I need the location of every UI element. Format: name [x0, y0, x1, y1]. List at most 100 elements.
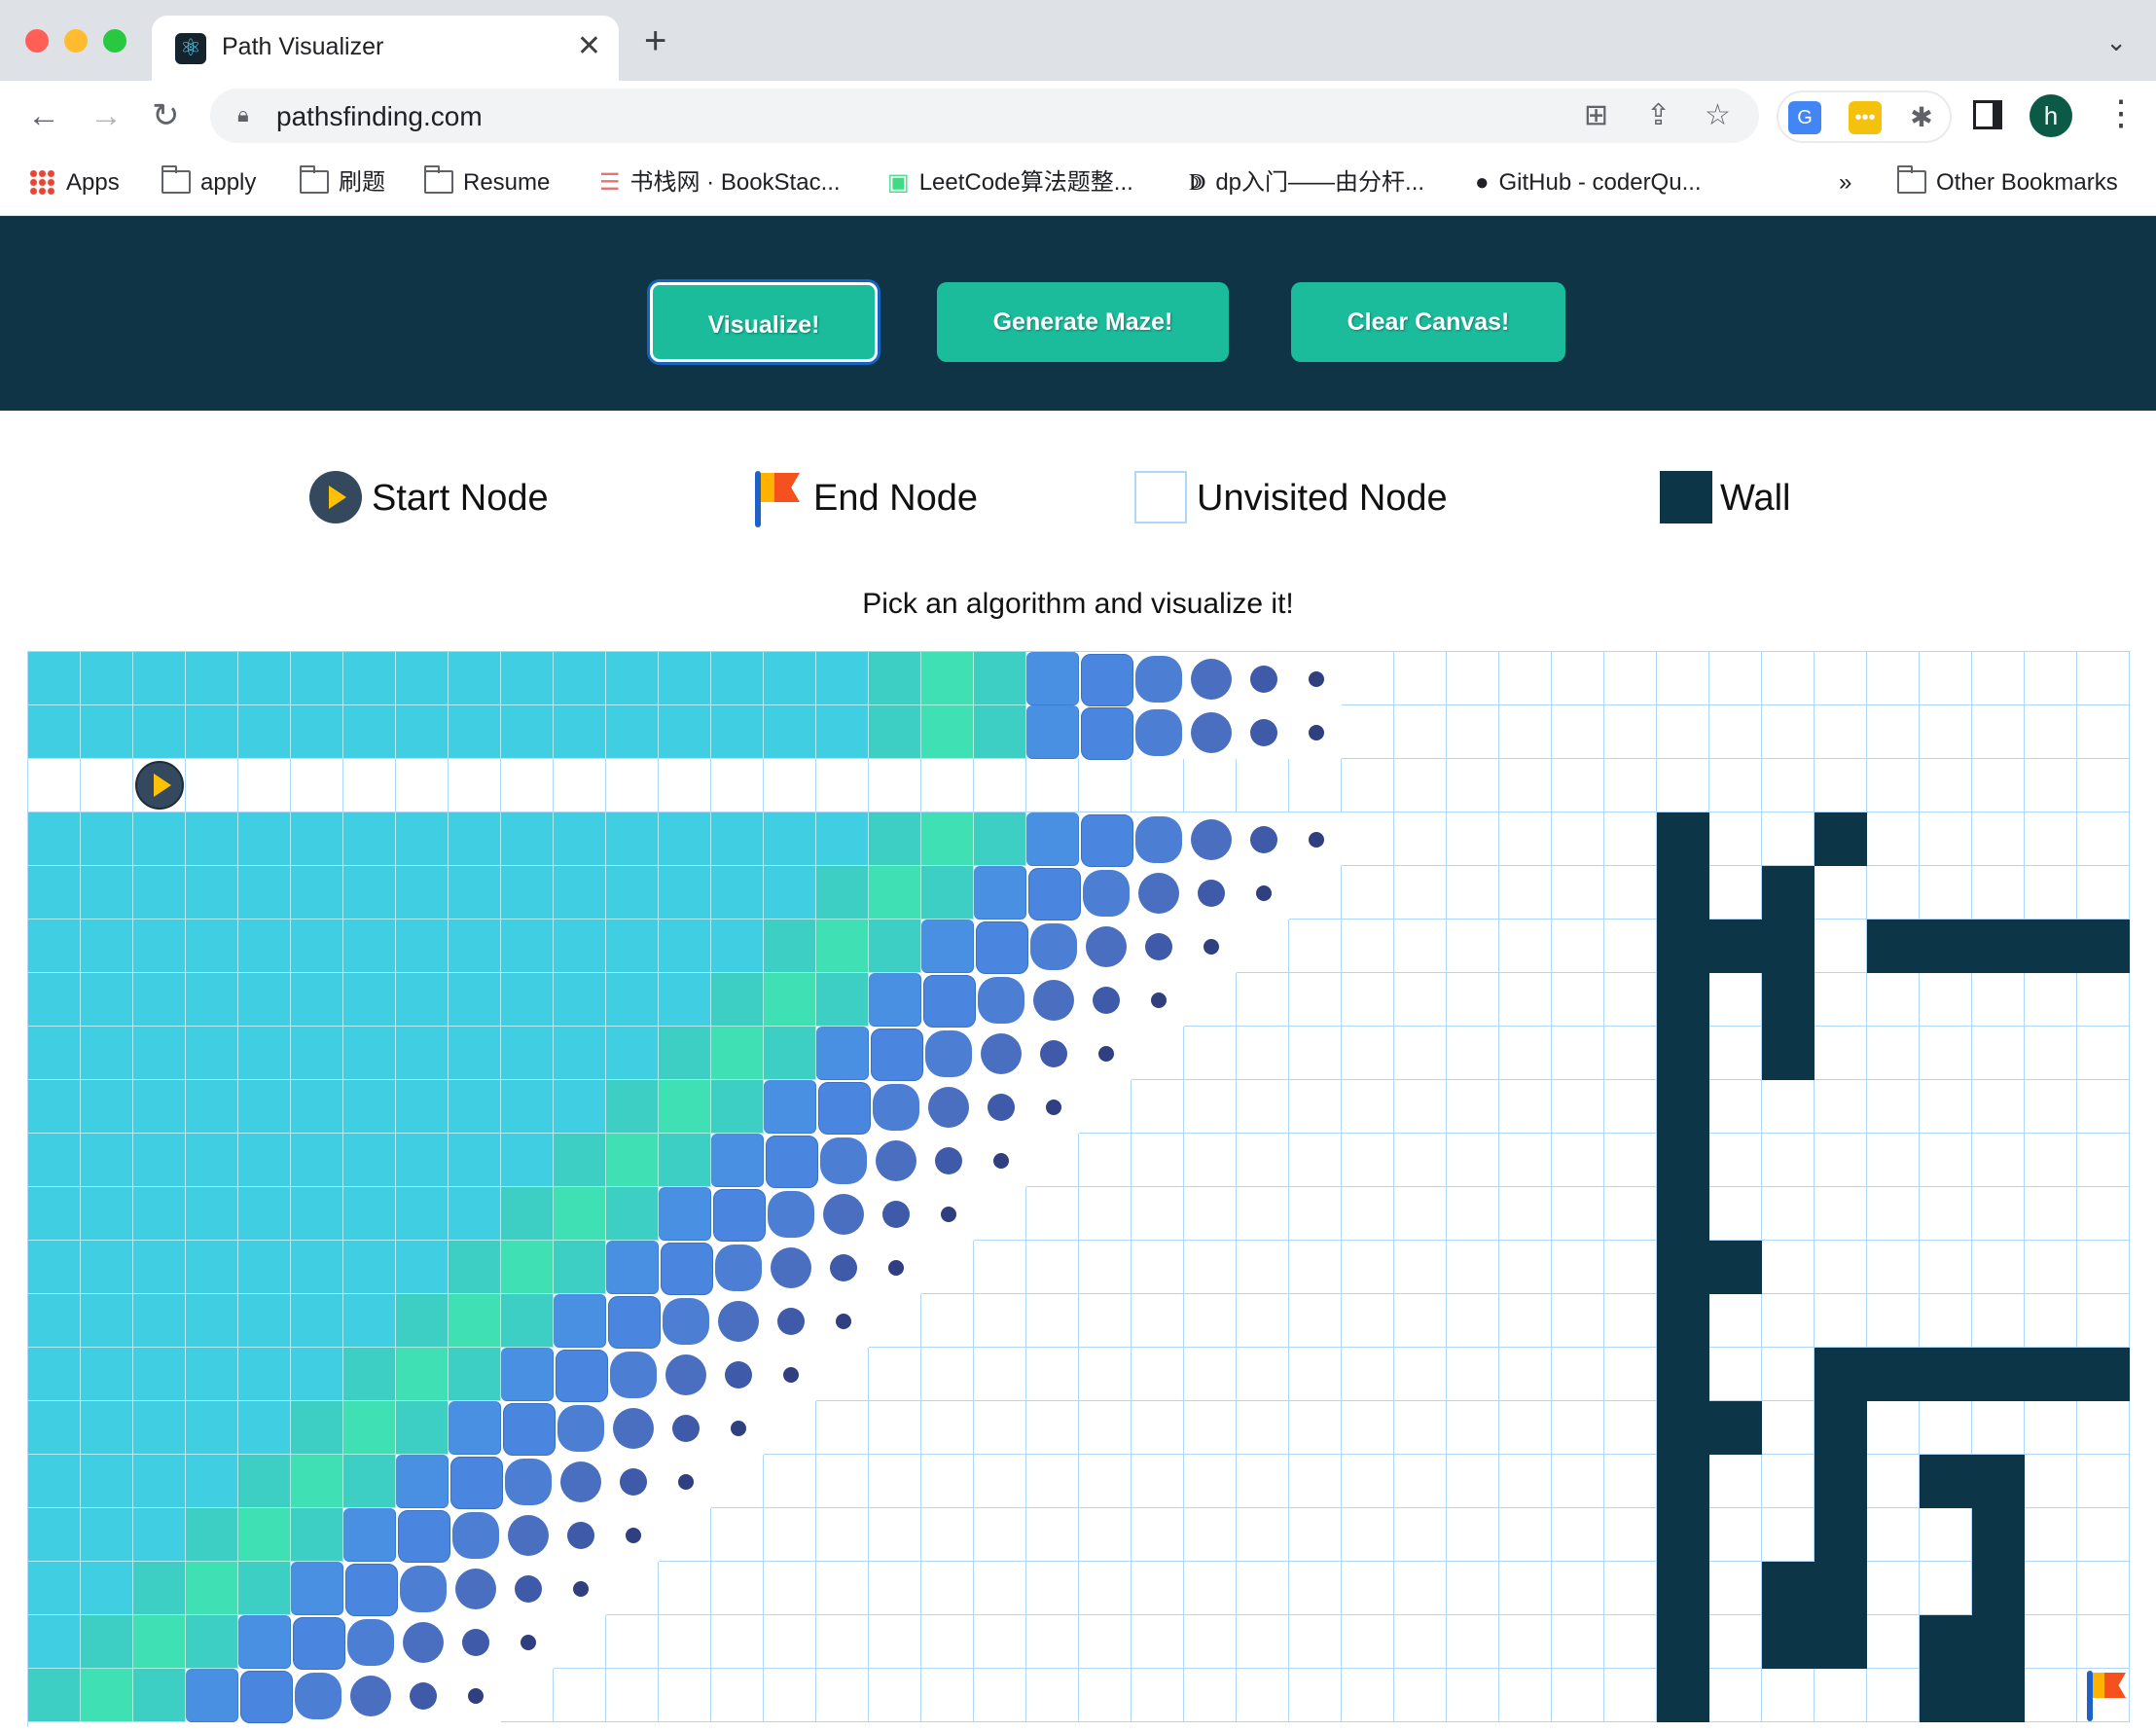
grid-cell[interactable] [2077, 973, 2130, 1027]
grid-cell[interactable] [1184, 1508, 1237, 1562]
grid-cell-frontier[interactable] [764, 1134, 818, 1188]
grid-cell-wall[interactable] [1867, 1348, 1920, 1401]
grid-cell-visited[interactable] [764, 652, 816, 705]
grid-cell-frontier[interactable] [711, 973, 764, 1027]
grid-cell[interactable] [1972, 1080, 2025, 1134]
google-translate-extension-icon[interactable]: G [1788, 101, 1821, 134]
grid-cell[interactable] [1079, 1455, 1132, 1508]
grid-cell[interactable] [659, 1615, 711, 1669]
grid-cell[interactable] [1552, 759, 1604, 812]
grid-cell[interactable] [1657, 705, 1709, 759]
grid-cell[interactable] [1237, 1080, 1289, 1134]
grid-cell[interactable] [1709, 1348, 1762, 1401]
grid-cell-frontier[interactable] [711, 1027, 764, 1080]
grid-cell[interactable] [1815, 652, 1867, 705]
grid-cell[interactable] [1447, 973, 1499, 1027]
grid-cell-visited[interactable] [659, 705, 711, 759]
grid-cell-frontier[interactable] [396, 1348, 449, 1401]
grid-cell[interactable] [974, 1562, 1026, 1615]
grid-cell-wall[interactable] [1815, 812, 1867, 866]
grid-cell-frontier[interactable] [449, 1508, 501, 1562]
grid-cell[interactable] [1342, 866, 1394, 920]
grid-cell-wall[interactable] [1657, 1027, 1709, 1080]
grid-cell[interactable] [1289, 920, 1342, 973]
grid-cell[interactable] [2025, 812, 2077, 866]
grid-cell-frontier[interactable] [1026, 1080, 1079, 1134]
grid-cell-visited[interactable] [186, 1187, 238, 1241]
grid-cell[interactable] [1762, 1241, 1815, 1294]
grid-cell[interactable] [1657, 759, 1709, 812]
grid-cell[interactable] [1972, 866, 2025, 920]
grid-cell[interactable] [1026, 1455, 1079, 1508]
grid-cell-visited[interactable] [343, 973, 396, 1027]
grid-cell-visited[interactable] [133, 1027, 186, 1080]
grid-cell-frontier[interactable] [1132, 705, 1184, 759]
grid-cell[interactable] [1026, 1615, 1079, 1669]
grid-cell-frontier[interactable] [291, 1508, 343, 1562]
grid-cell[interactable] [1552, 705, 1604, 759]
grid-cell-wall[interactable] [1657, 1508, 1709, 1562]
grid-cell[interactable] [921, 1508, 974, 1562]
grid-cell[interactable] [1920, 1562, 1972, 1615]
grid-cell-frontier[interactable] [186, 1562, 238, 1615]
grid-cell[interactable] [1079, 1134, 1132, 1187]
grid-cell[interactable] [1394, 705, 1447, 759]
grid-cell-frontier[interactable] [343, 1348, 396, 1401]
grid-cell-frontier[interactable] [659, 1294, 711, 1348]
grid-cell-frontier[interactable] [1237, 812, 1289, 866]
grid-cell-wall[interactable] [1815, 1401, 1867, 1455]
grid-cell[interactable] [2025, 973, 2077, 1027]
grid-cell-visited[interactable] [28, 1615, 81, 1669]
grid-cell-visited[interactable] [343, 1187, 396, 1241]
grid-cell-frontier[interactable] [921, 705, 974, 759]
grid-cell[interactable] [1447, 1401, 1499, 1455]
grid-cell-frontier[interactable] [396, 1669, 449, 1722]
grid-cell[interactable] [1499, 1134, 1552, 1187]
grid-cell-visited[interactable] [186, 1027, 238, 1080]
grid-cell-visited[interactable] [606, 973, 659, 1027]
grid-cell[interactable] [1604, 1669, 1657, 1722]
grid-cell[interactable] [1394, 1294, 1447, 1348]
grid-cell-frontier[interactable] [711, 1241, 764, 1294]
grid-cell-visited[interactable] [501, 1027, 554, 1080]
grid-cell[interactable] [1815, 973, 1867, 1027]
grid-cell-visited[interactable] [501, 812, 554, 866]
translate-icon[interactable]: ⊞ [1584, 98, 1608, 132]
grid-cell[interactable] [1604, 1080, 1657, 1134]
grid-cell[interactable] [2025, 1508, 2077, 1562]
grid-cell[interactable] [1972, 973, 2025, 1027]
grid-cell[interactable] [1552, 1080, 1604, 1134]
grid-cell-frontier[interactable] [28, 1669, 81, 1722]
grid-cell[interactable] [1184, 1080, 1237, 1134]
grid-cell[interactable] [1132, 1562, 1184, 1615]
grid-cell-visited[interactable] [396, 1187, 449, 1241]
grid-cell[interactable] [1237, 1669, 1289, 1722]
grid-cell-visited[interactable] [501, 652, 554, 705]
puzzle-extensions-icon[interactable]: ✱ [1905, 101, 1938, 134]
grid-cell-frontier[interactable] [396, 1562, 449, 1615]
grid-cell[interactable] [1972, 1134, 2025, 1187]
grid-cell-visited[interactable] [554, 866, 606, 920]
grid-cell[interactable] [1815, 1080, 1867, 1134]
grid-cell-wall[interactable] [2077, 1348, 2130, 1401]
grid-cell-visited[interactable] [133, 652, 186, 705]
grid-cell[interactable] [1709, 1134, 1762, 1187]
grid-cell[interactable] [1499, 1562, 1552, 1615]
grid-cell-visited[interactable] [238, 1080, 291, 1134]
grid-cell[interactable] [869, 1669, 921, 1722]
grid-cell[interactable] [1026, 1508, 1079, 1562]
grid-cell[interactable] [1867, 1294, 1920, 1348]
grid-cell-frontier[interactable] [396, 1401, 449, 1455]
forward-icon[interactable]: → [90, 96, 123, 135]
grid-cell[interactable] [974, 1669, 1026, 1722]
grid-cell[interactable] [974, 1455, 1026, 1508]
grid-cell-visited[interactable] [133, 920, 186, 973]
grid-cell[interactable] [606, 759, 659, 812]
grid-cell-frontier[interactable] [501, 1508, 554, 1562]
grid-cell[interactable] [1289, 1615, 1342, 1669]
grid-cell-visited[interactable] [396, 1080, 449, 1134]
grid-cell-frontier[interactable] [1079, 866, 1132, 920]
grid-cell-visited[interactable] [28, 1401, 81, 1455]
grid-cell-visited[interactable] [343, 920, 396, 973]
grid-cell[interactable] [1499, 1080, 1552, 1134]
